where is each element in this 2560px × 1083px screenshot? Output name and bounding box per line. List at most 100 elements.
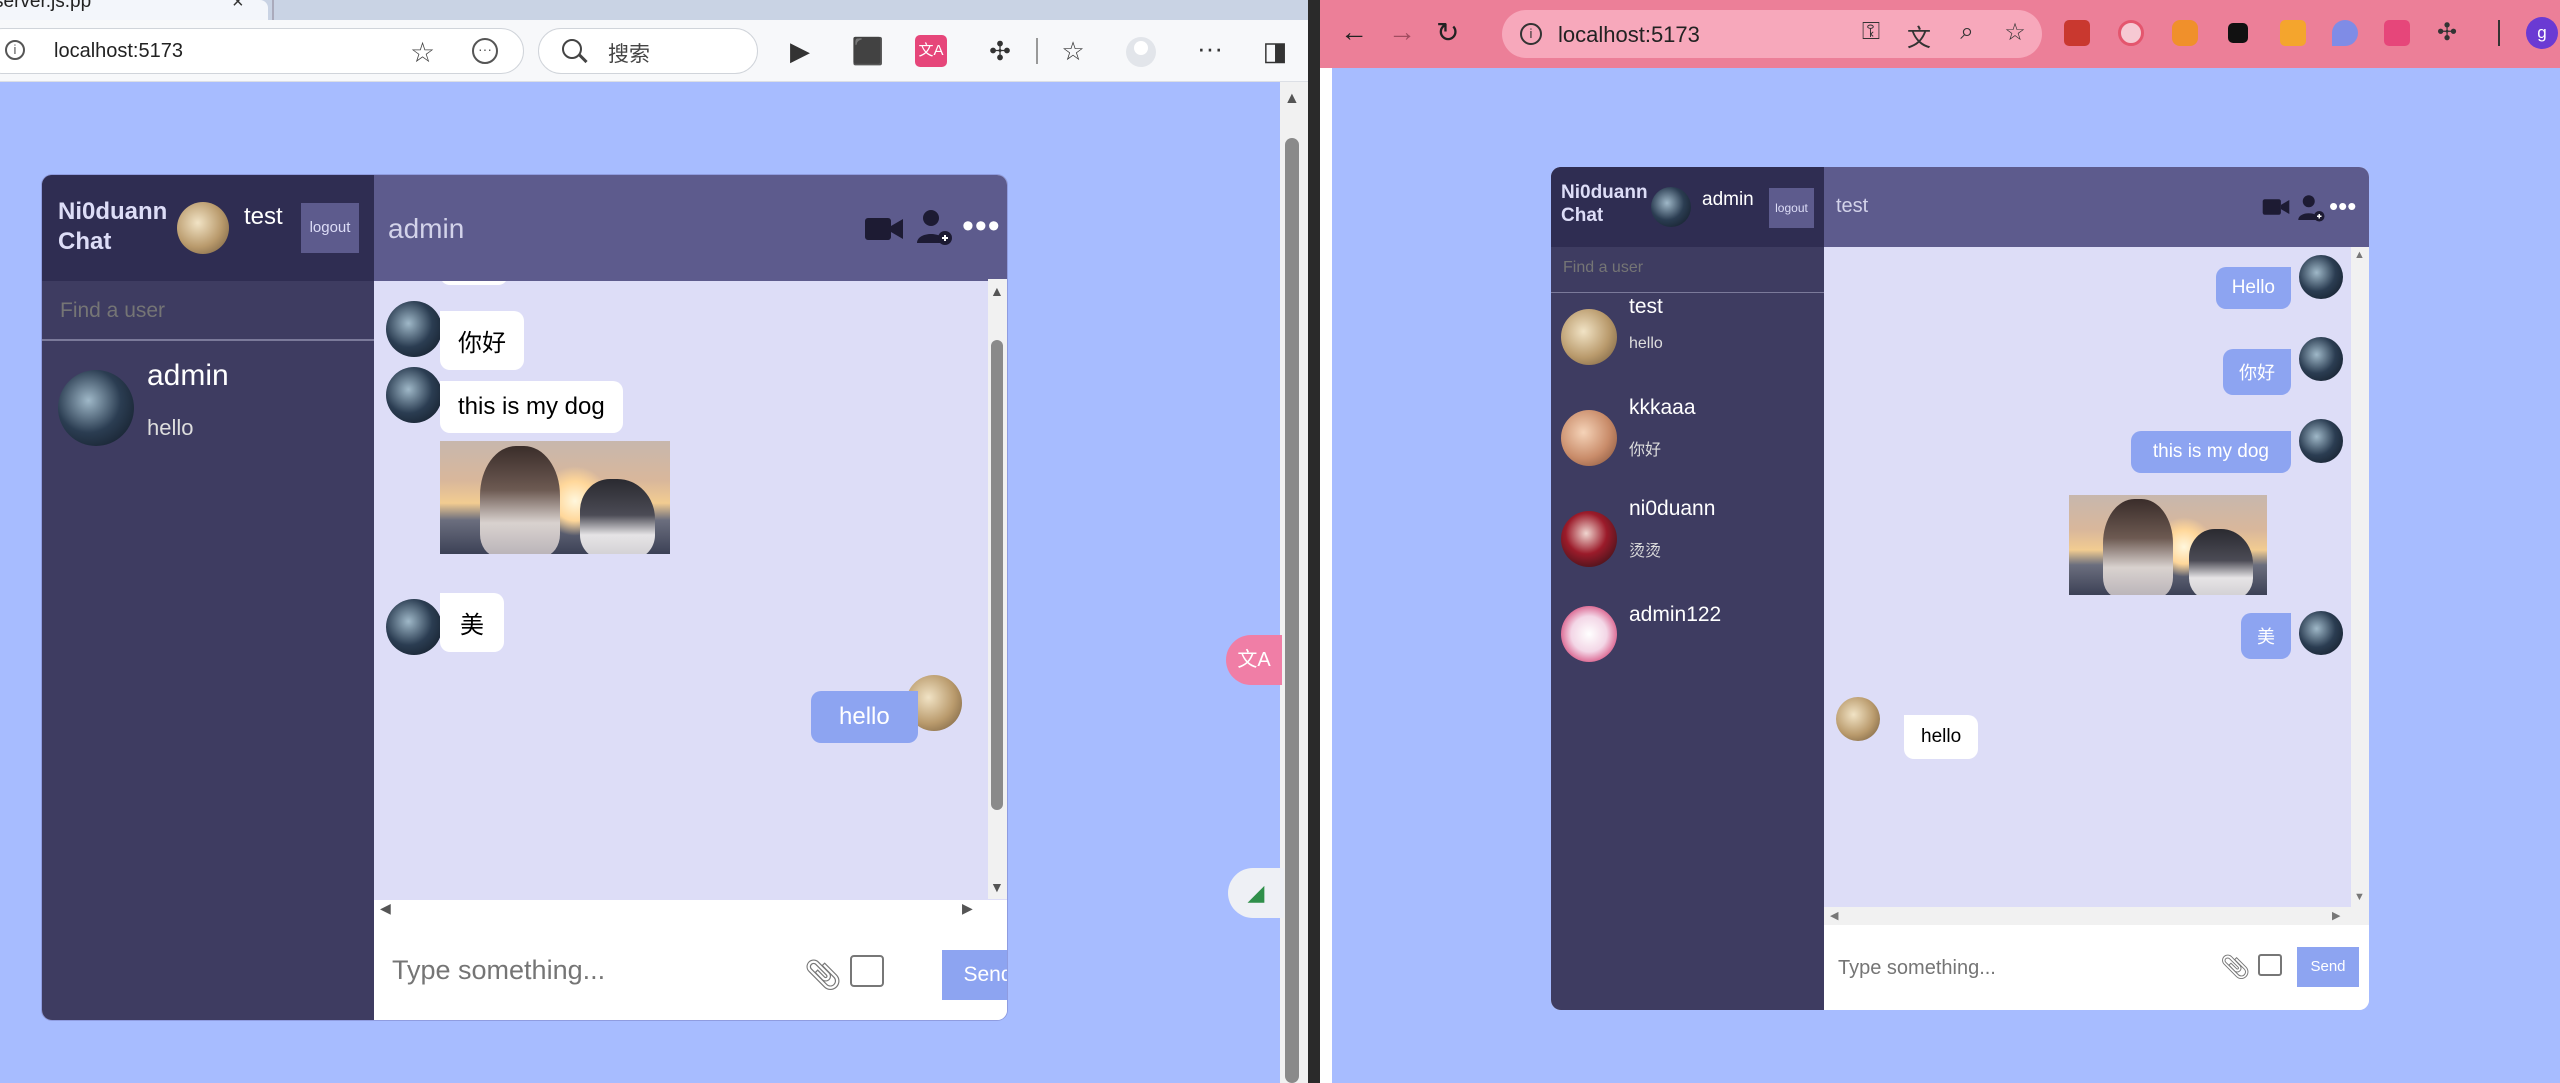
extension-icon[interactable] <box>2332 20 2358 46</box>
back-icon[interactable]: ← <box>1340 16 1368 48</box>
puzzle-icon[interactable]: ✣ <box>2432 18 2462 47</box>
chat-list-item[interactable]: kkkaaa 你好 <box>1551 396 1824 496</box>
forward-icon[interactable]: → <box>1388 16 1416 48</box>
scroll-right-icon[interactable]: ▶ <box>2332 909 2340 922</box>
extension-icon[interactable] <box>2172 20 2198 46</box>
message-bubble-own: 你好 <box>2223 349 2291 395</box>
girl-and-husky-photo[interactable] <box>2069 495 2267 595</box>
app-logo: Ni0duann Chat <box>58 198 168 255</box>
horizontal-scrollbar[interactable]: ◀ ▶ <box>374 900 1007 920</box>
more-options-icon[interactable]: ••• <box>962 207 1001 246</box>
chat-header: admin ••• <box>374 175 1007 281</box>
tab-close-icon[interactable]: × <box>232 0 244 14</box>
chat-list-item[interactable]: admin122 <box>1551 603 1824 703</box>
logout-button[interactable]: logout <box>1769 188 1814 228</box>
add-user-icon[interactable] <box>914 207 954 247</box>
key-icon[interactable]: ⚿ <box>1856 18 1886 46</box>
messages-scrollbar[interactable]: ▲ ▼ <box>2351 247 2369 907</box>
attachment-icon[interactable]: 📎︎ <box>804 958 842 993</box>
info-icon[interactable]: i <box>1520 23 1542 45</box>
app-logo: Ni0duann Chat <box>1561 182 1648 226</box>
scroll-left-icon[interactable]: ◀ <box>380 900 391 917</box>
message-bubble-own: this is my dog <box>2130 431 2291 473</box>
translate-icon[interactable]: 文 <box>1904 18 1934 53</box>
extension-icon[interactable] <box>2228 23 2248 43</box>
more-circle-icon[interactable]: ··· <box>472 38 498 64</box>
image-upload-icon[interactable] <box>2258 954 2282 976</box>
scroll-up-icon[interactable]: ▲ <box>1284 90 1300 108</box>
scroll-down-icon[interactable]: ▼ <box>990 879 1004 895</box>
left-browser-window: server.js.pp × i localhost:5173 ☆ ··· 搜索… <box>0 0 1308 1083</box>
scroll-right-icon[interactable]: ▶ <box>962 900 973 917</box>
scroll-up-icon[interactable]: ▲ <box>2354 249 2365 261</box>
translate-float-icon[interactable]: 文A <box>1226 635 1282 685</box>
image-upload-icon[interactable] <box>850 955 884 987</box>
translate-extension-icon[interactable] <box>2384 20 2410 46</box>
find-user-input[interactable] <box>60 299 350 323</box>
messages-scrollbar-thumb[interactable] <box>991 340 1003 810</box>
page-scrollbar-thumb[interactable] <box>1285 138 1299 1083</box>
messages-area: Hello 你好 this is my dog 美 hello <box>1824 247 2369 907</box>
chat-list-item[interactable]: test hello <box>1551 295 1824 395</box>
info-icon[interactable]: i <box>5 40 25 60</box>
chat-item-last-message: hello <box>147 415 194 440</box>
avatar <box>2299 255 2343 299</box>
message-input[interactable] <box>1838 957 2138 980</box>
chat-list-item[interactable]: ni0duann 烫烫 <box>1551 497 1824 597</box>
attachment-icon[interactable]: 📎︎ <box>2220 953 2250 982</box>
horizontal-scrollbar[interactable]: ◀ ▶ <box>1824 907 2369 925</box>
favorites-icon[interactable]: ☆ <box>1055 33 1091 69</box>
extension-icon[interactable] <box>2118 20 2144 46</box>
add-user-icon[interactable] <box>2296 193 2326 223</box>
search-placeholder[interactable]: 搜索 <box>608 38 650 68</box>
avatar <box>2299 419 2343 463</box>
extension-icon[interactable] <box>2064 20 2090 46</box>
avatar <box>1561 309 1617 365</box>
message-bubble-partial <box>440 281 508 285</box>
chat-panel: test ••• Hello 你好 this is my dog 美 hello… <box>1824 167 2369 1010</box>
browser-tab-2[interactable] <box>272 0 302 20</box>
profile-icon[interactable]: g <box>2526 17 2558 49</box>
reload-icon[interactable]: ↻ <box>1436 16 1459 49</box>
zoom-icon[interactable]: ⌕ <box>1952 18 1982 46</box>
send-button[interactable]: Send <box>2297 947 2359 987</box>
avatar <box>386 367 442 423</box>
sidebar-icon[interactable]: ◨ <box>1257 33 1293 69</box>
logout-button[interactable]: logout <box>301 203 359 253</box>
star-icon[interactable]: ☆ <box>410 36 435 69</box>
chat-item-name: admin122 <box>1629 603 1722 626</box>
address-url[interactable]: localhost:5173 <box>1558 22 1700 48</box>
avatar <box>1561 606 1617 662</box>
sidebar: Ni0duann Chat test logout admin hello <box>42 175 374 1020</box>
messages-area: 你好 this is my dog 美 hello <box>374 281 1007 901</box>
send-button[interactable]: Send <box>942 950 1007 1000</box>
sidebar: Ni0duann Chat admin logout test hello kk… <box>1551 167 1824 1010</box>
scroll-left-icon[interactable]: ◀ <box>1830 909 1838 922</box>
chat-item-name: test <box>1629 295 1663 318</box>
message-bubble-own: 美 <box>2241 613 2291 659</box>
address-url[interactable]: localhost:5173 <box>54 40 183 63</box>
chat-item-name: ni0duann <box>1629 497 1716 520</box>
message-input[interactable] <box>392 955 772 986</box>
puzzle-icon[interactable]: ✣ <box>982 33 1018 69</box>
extension-icon[interactable] <box>2280 20 2306 46</box>
message-bubble: this is my dog <box>440 381 623 433</box>
current-user-avatar <box>1651 187 1691 227</box>
chat-header: test ••• <box>1824 167 2369 247</box>
chat-panel: admin ••• 你好 this is my dog 美 hello ▲ ▼ … <box>374 175 1007 1020</box>
more-options-icon[interactable]: ••• <box>2329 191 2356 222</box>
star-icon[interactable]: ☆ <box>2000 18 2030 47</box>
leaf-float-icon[interactable]: ◢ <box>1228 868 1284 918</box>
scroll-down-icon[interactable]: ▼ <box>2354 891 2365 903</box>
browser-tab[interactable]: server.js.pp × <box>0 0 268 20</box>
find-user-input[interactable] <box>1563 259 1803 277</box>
video-camera-icon[interactable] <box>2262 197 2290 217</box>
scroll-up-icon[interactable]: ▲ <box>990 283 1004 299</box>
translate-extension-icon[interactable]: 文A <box>915 35 947 67</box>
navbar: Ni0duann Chat test logout <box>42 175 374 281</box>
more-icon[interactable]: ··· <box>1192 30 1228 66</box>
play-icon[interactable]: ▶ <box>782 33 818 69</box>
girl-and-husky-photo[interactable] <box>440 441 670 554</box>
video-camera-icon[interactable] <box>864 215 904 243</box>
extension-icon[interactable]: ⬛ <box>850 33 886 69</box>
